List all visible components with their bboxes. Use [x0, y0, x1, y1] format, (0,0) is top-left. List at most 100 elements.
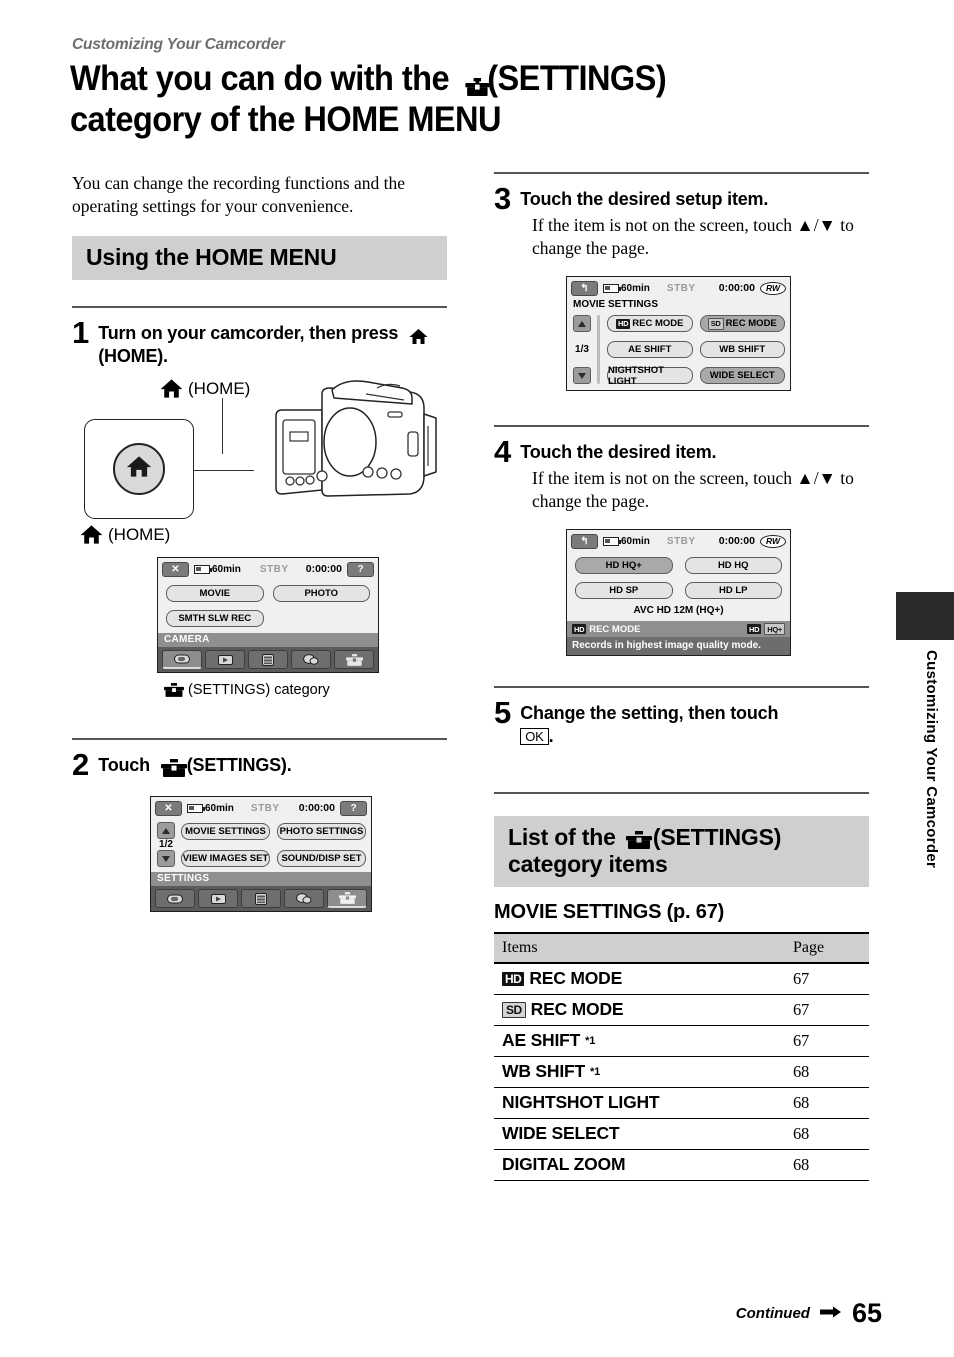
category-icon-camera[interactable] [162, 650, 202, 669]
step-4-heading: Touch the desired item. [520, 442, 717, 462]
menu-button-photo-settings[interactable]: PHOTO SETTINGS [277, 822, 366, 840]
toolbox-icon [461, 61, 490, 96]
recording-status: STBY [666, 535, 696, 547]
camcorder-illustration: (HOME) (HOME) [72, 376, 447, 551]
category-icon-row [151, 886, 371, 911]
page-number: 65 [851, 1298, 882, 1328]
section-heading-using-home-menu: Using the HOME MENU [72, 236, 447, 280]
table-cell-item-label: AE SHIFT [502, 1030, 581, 1050]
home-icon [80, 524, 103, 545]
table-row: HD REC MODE 67 [494, 963, 869, 995]
step-1-heading: Turn on your camcorder, then press (HOME… [98, 318, 447, 368]
category-icon-manage-media[interactable] [241, 889, 281, 908]
step-5-heading: Change the setting, then touch OK. [520, 698, 778, 748]
lcd-status-bar: ↰ 60min STBY 0:00:00 RW [567, 277, 790, 298]
back-button[interactable]: ↰ [571, 533, 598, 549]
lcd-screen-home-menu: ✕ 60min STBY 0:00:00 ? MOVIE PHOTO SMTH … [157, 557, 379, 673]
setting-button-ae-shift[interactable]: AE SHIFT [607, 341, 693, 358]
toolbox-icon [164, 683, 184, 697]
menu-button-sound-disp-set[interactable]: SOUND/DISP SET [277, 849, 366, 867]
section-heading-line2: category items [508, 851, 668, 877]
category-icon-playback[interactable] [205, 650, 245, 669]
lcd-status-bar: ✕ 60min STBY 0:00:00 ? [151, 797, 371, 818]
setting-button-wb-shift[interactable]: WB SHIFT [699, 341, 785, 358]
sd-badge: SD [502, 1001, 526, 1018]
close-button[interactable]: ✕ [155, 800, 182, 816]
page-up-button[interactable] [573, 315, 591, 332]
lcd-screen-settings: ✕ 60min STBY 0:00:00 ? 1/2 MOVIE SETTING… [150, 796, 372, 912]
step-1-heading-after: (HOME). [98, 346, 168, 366]
setting-button-sd-rec-mode[interactable]: SD REC MODE [699, 315, 785, 332]
close-button[interactable]: ✕ [162, 561, 189, 577]
category-icon-settings[interactable] [327, 889, 367, 908]
setting-button-hd-rec-mode[interactable]: HD REC MODE [607, 315, 693, 332]
rec-mode-option-hd-sp[interactable]: HD SP [575, 582, 673, 599]
home-button-graphic [113, 443, 165, 495]
page-title-line1-before: What you can do with the [70, 59, 458, 98]
setting-button-wide-select[interactable]: WIDE SELECT [699, 367, 785, 384]
help-button[interactable]: ? [340, 800, 367, 816]
table-row: AE SHIFT *1 67 [494, 1025, 869, 1057]
rec-mode-option-hd-hq-plus[interactable]: HD HQ+ [575, 557, 673, 574]
rec-mode-option-hd-hq[interactable]: HD HQ [684, 557, 782, 574]
table-header-row: Items Page [494, 932, 869, 964]
category-icon-camera[interactable] [155, 889, 195, 908]
page-controls: 1/3 [571, 315, 593, 384]
category-icon-others[interactable] [284, 889, 324, 908]
step-2-heading-after: (SETTINGS). [186, 755, 292, 775]
step-5-heading-after: . [548, 726, 554, 746]
menu-button-photo[interactable]: PHOTO [272, 585, 370, 602]
table-cell-item-label: REC MODE [529, 968, 623, 988]
lcd-status-bar: ↰ 60min STBY 0:00:00 RW [567, 530, 790, 551]
recording-status: STBY [250, 802, 280, 814]
table-cell-item-label: REC MODE [530, 999, 624, 1019]
category-label-camera: CAMERA [158, 633, 378, 647]
menu-button-smth-slw-rec[interactable]: SMTH SLW REC [166, 610, 264, 627]
table-cell-item-label: DIGITAL ZOOM [494, 1149, 785, 1181]
hq-plus-badge: HQ+ [764, 623, 785, 635]
table-row: NIGHTSHOT LIGHT 68 [494, 1087, 869, 1119]
page-up-button[interactable] [157, 822, 175, 839]
rec-mode-option-hd-lp[interactable]: HD LP [684, 582, 782, 599]
battery-icon [603, 536, 621, 546]
back-button[interactable]: ↰ [571, 280, 598, 296]
table-cell-item-label: NIGHTSHOT LIGHT [494, 1087, 785, 1119]
battery-icon [187, 803, 205, 813]
table-cell-page: 67 [785, 994, 869, 1026]
category-icon-manage-media[interactable] [248, 650, 288, 669]
step-3-body: If the item is not on the screen, touch … [532, 215, 854, 258]
table-row: WIDE SELECT 68 [494, 1118, 869, 1150]
page-down-button[interactable] [157, 850, 175, 867]
battery-icon [603, 283, 621, 293]
category-icon-settings[interactable] [334, 650, 374, 669]
table-cell-page: 68 [785, 1056, 869, 1088]
page-title-line2: category of the HOME MENU [70, 100, 502, 139]
table-cell-page: 68 [785, 1118, 869, 1150]
hd-badge: HD [502, 971, 525, 986]
timecode: 0:00:00 [305, 563, 342, 575]
category-icon-others[interactable] [291, 650, 331, 669]
recording-status: STBY [666, 282, 696, 294]
home-label-bottom: (HOME) [80, 524, 170, 545]
step-2-heading-before: Touch [98, 755, 155, 775]
disc-type-indicator: RW [759, 534, 786, 548]
step-2: 2 Touch (SETTINGS). [72, 749, 447, 780]
category-icon-playback[interactable] [198, 889, 238, 908]
battery-indicator: 60min [187, 803, 234, 814]
toolbox-icon [158, 757, 187, 777]
lcd-status-bar: ✕ 60min STBY 0:00:00 ? [158, 558, 378, 579]
help-button[interactable]: ? [347, 561, 374, 577]
table-cell-item-label: WB SHIFT [502, 1061, 585, 1081]
page-title-line1-after: (SETTINGS) [487, 59, 667, 98]
step-1: 1 Turn on your camcorder, then press (HO… [72, 317, 447, 368]
running-head: Customizing Your Camcorder [72, 36, 285, 53]
table-cell-page: 68 [785, 1087, 869, 1119]
step-4-body: If the item is not on the screen, touch … [532, 468, 854, 511]
step-3-heading: Touch the desired setup item. [520, 189, 769, 209]
setting-button-nightshot-light[interactable]: NIGHTSHOT LIGHT [607, 365, 693, 387]
continued-label: Continued [735, 1305, 810, 1322]
menu-button-view-images-set[interactable]: VIEW IMAGES SET [181, 849, 270, 867]
page-down-button[interactable] [573, 367, 591, 384]
menu-button-movie[interactable]: MOVIE [166, 585, 264, 602]
menu-button-movie-settings[interactable]: MOVIE SETTINGS [181, 822, 270, 840]
